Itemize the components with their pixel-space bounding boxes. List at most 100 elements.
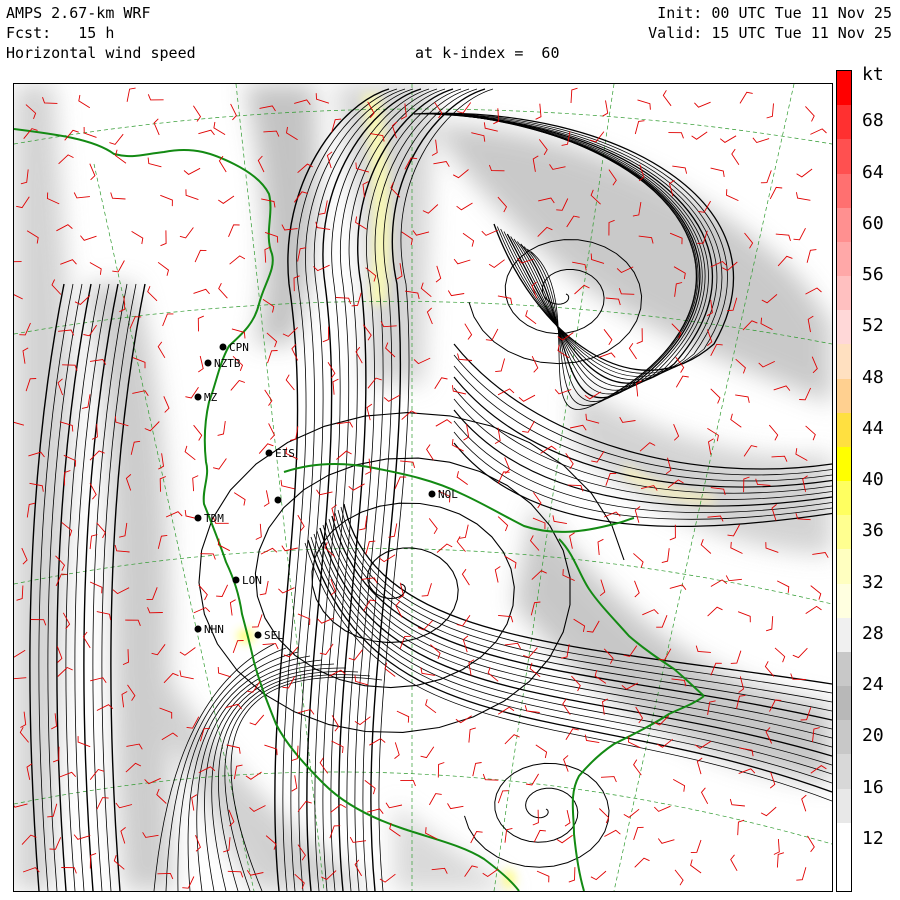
wind-barb bbox=[110, 192, 126, 200]
valid-time: Valid: 15 UTC Tue 11 Nov 25 bbox=[648, 24, 892, 42]
colorbar-tick-label: 48 bbox=[862, 366, 884, 388]
wind-barb bbox=[179, 227, 194, 239]
wind-barb bbox=[426, 444, 434, 461]
colorbar-tick-label: 64 bbox=[862, 161, 884, 183]
wind-barb bbox=[96, 522, 106, 539]
speed-shading bbox=[14, 84, 832, 891]
wind-barb bbox=[96, 611, 112, 621]
wind-barb bbox=[462, 232, 475, 247]
wind-barb bbox=[417, 620, 433, 631]
wind-barb bbox=[776, 580, 790, 593]
wind-barb bbox=[602, 100, 609, 117]
wind-barb bbox=[400, 779, 416, 787]
wind-barb bbox=[359, 515, 368, 531]
wind-barb bbox=[348, 649, 363, 661]
wind-barb bbox=[354, 859, 362, 877]
wind-barb bbox=[89, 581, 103, 594]
station-dot-icon bbox=[194, 514, 202, 522]
wind-map: CPN NZTB MZ EIS NOL TDM LON NHN SEL bbox=[14, 84, 832, 891]
wind-barb bbox=[795, 192, 811, 201]
wind-barb bbox=[710, 167, 725, 177]
station-label: EIS bbox=[275, 447, 295, 460]
wind-barb bbox=[775, 233, 791, 242]
wind-barb bbox=[364, 780, 376, 795]
wind-barb bbox=[291, 343, 299, 361]
wind-barb bbox=[792, 647, 808, 659]
wind-barb bbox=[193, 424, 203, 441]
wind-barb bbox=[185, 189, 199, 201]
wind-barb bbox=[436, 543, 453, 553]
wind-barb bbox=[365, 540, 376, 555]
wind-barb bbox=[634, 580, 640, 598]
wind-barb bbox=[251, 614, 263, 628]
wind-barb bbox=[462, 635, 469, 653]
wind-barb bbox=[766, 103, 774, 119]
wind-barb bbox=[533, 829, 546, 843]
wind-barb bbox=[552, 515, 567, 525]
wind-barb bbox=[264, 389, 273, 406]
station-label: MZ bbox=[204, 391, 218, 404]
wind-barb bbox=[184, 445, 196, 461]
wind-barb bbox=[348, 483, 365, 491]
wind-barb bbox=[633, 759, 642, 776]
wind-barb bbox=[89, 262, 102, 275]
wind-barb bbox=[801, 794, 807, 812]
wind-barb bbox=[535, 103, 542, 120]
colorbar-tick-label: 12 bbox=[862, 827, 884, 849]
colorbar-tick-label: 56 bbox=[862, 264, 884, 285]
wind-barb bbox=[147, 94, 164, 101]
wind-barb bbox=[213, 121, 226, 135]
colorbar-segment bbox=[837, 651, 851, 687]
wind-barb bbox=[805, 605, 822, 614]
wind-barb bbox=[456, 471, 468, 485]
wind-barb bbox=[322, 326, 329, 343]
wind-barb bbox=[217, 666, 232, 678]
wind-barb bbox=[226, 744, 241, 754]
wind-barb bbox=[147, 157, 162, 168]
wind-barb bbox=[694, 101, 711, 108]
wind-barb bbox=[463, 424, 470, 441]
colorbar-tick-label: 36 bbox=[862, 520, 884, 542]
wind-barb bbox=[796, 168, 813, 178]
wind-barb bbox=[461, 568, 470, 586]
colorbar-segment bbox=[837, 139, 851, 174]
wind-barb bbox=[179, 670, 194, 680]
colorbar-segment bbox=[837, 481, 851, 516]
wind-barb bbox=[401, 410, 418, 420]
wind-barb bbox=[153, 118, 160, 136]
wind-barb bbox=[78, 94, 91, 109]
wind-barb bbox=[805, 425, 816, 441]
wind-barb bbox=[485, 328, 499, 341]
wind-barb bbox=[335, 297, 352, 305]
wind-barb bbox=[315, 221, 331, 230]
wind-barb bbox=[695, 645, 711, 653]
wind-barb bbox=[769, 186, 783, 200]
wind-barb bbox=[725, 575, 742, 582]
station-dot-icon bbox=[265, 449, 273, 457]
colorbar-segment bbox=[837, 788, 851, 824]
wind-barb bbox=[394, 476, 407, 489]
wind-barb bbox=[245, 771, 262, 780]
wind-barb bbox=[700, 787, 709, 805]
wind-barb bbox=[315, 93, 330, 104]
wind-barb bbox=[674, 869, 684, 886]
wind-barb bbox=[504, 457, 511, 474]
wind-barb bbox=[737, 611, 751, 623]
wind-barb bbox=[262, 643, 279, 650]
wind-barb bbox=[536, 870, 550, 883]
wind-barb bbox=[653, 805, 671, 812]
wind-barb bbox=[481, 229, 499, 236]
station-dot-icon bbox=[254, 631, 262, 639]
wind-barb bbox=[623, 808, 640, 818]
wind-barb bbox=[662, 90, 672, 107]
wind-barb bbox=[793, 227, 806, 241]
colorbar-segment bbox=[837, 241, 851, 277]
wind-barb bbox=[81, 394, 91, 409]
wind-barb bbox=[495, 358, 506, 373]
wind-barb bbox=[194, 249, 207, 263]
wind-barb bbox=[642, 609, 659, 616]
wind-barb bbox=[730, 650, 742, 664]
wind-barb bbox=[598, 808, 610, 824]
wind-barb bbox=[498, 614, 514, 623]
wind-barb bbox=[399, 635, 411, 649]
